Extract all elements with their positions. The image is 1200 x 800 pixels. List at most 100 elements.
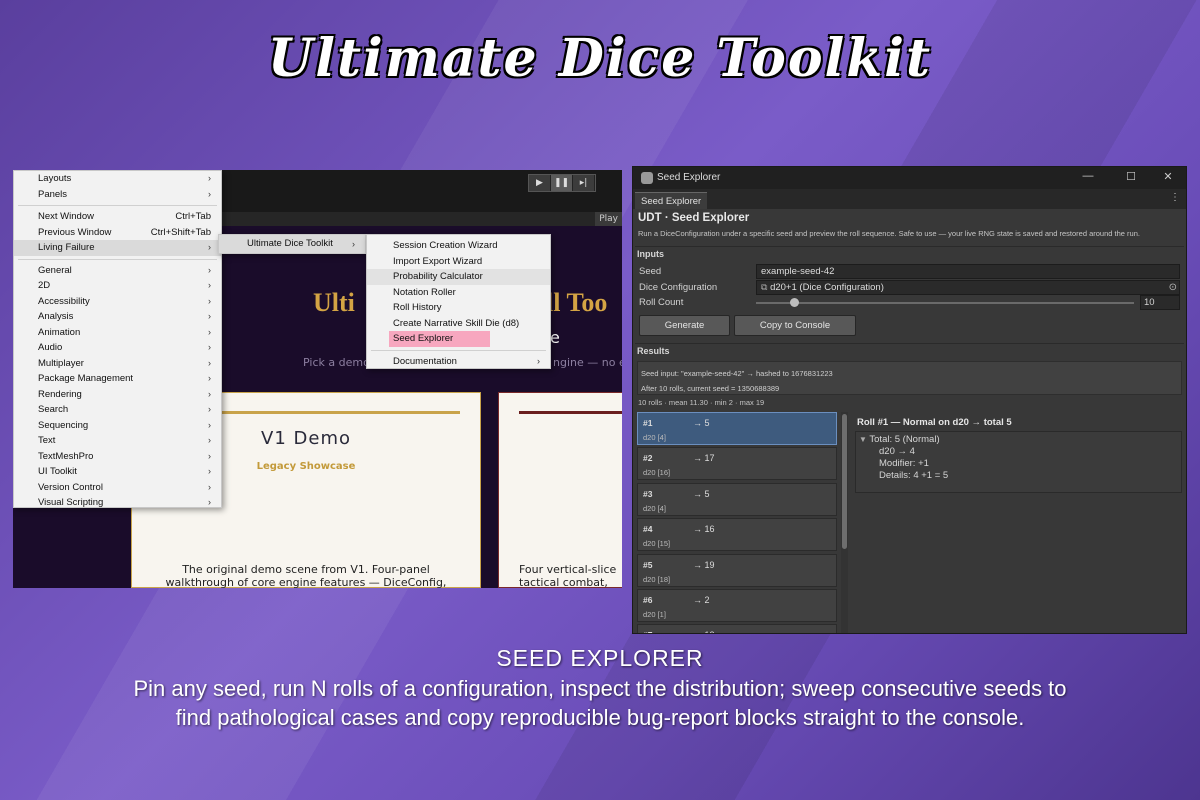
roll-list-item[interactable]: #6 → 2 d20 [1] [637,588,837,622]
window-menu: Layouts › Panels › Next Window Ctrl+Tab Pre… [13,170,222,508]
kebab-menu-icon[interactable]: ⋮ [1170,192,1180,203]
seed-row: Seed example-seed-42 [639,264,1180,279]
roll-number: #5 [643,559,653,570]
roll-count-input[interactable]: 10 [1140,295,1180,310]
roll-total: → 16 [693,524,715,535]
menu-item-search[interactable]: Search › [14,402,221,418]
roll-list-scrollbar[interactable] [841,412,848,633]
menu-item-accessibility[interactable]: Accessibility › [14,294,221,310]
generate-button[interactable]: Generate [639,315,730,336]
menu-item-multiplayer[interactable]: Multiplayer › [14,356,221,372]
tab-seed-explorer[interactable]: Seed Explorer [635,192,708,209]
roll-stats: 10 rolls · mean 11.30 · min 2 · max 19 [638,398,765,407]
results-heading: Results [637,346,670,356]
caret-down-icon[interactable]: ▼ [859,435,867,444]
chevron-right-icon: › [208,450,211,461]
menu-item-next-window[interactable]: Next Window Ctrl+Tab [14,209,221,225]
menu-item-import-export-wizard[interactable]: Import Export Wizard [367,254,550,270]
menu-item-seed-explorer[interactable]: Seed Explorer [389,331,490,347]
roll-number: #7 [643,630,652,633]
menu-item-audio[interactable]: Audio › [14,340,221,356]
scriptable-object-icon: ⧉ [761,282,768,292]
roll-list-item[interactable]: #4 → 16 d20 [15] [637,518,837,552]
menu-item-documentation[interactable]: Documentation › [367,354,550,370]
menu-item-label: Search [38,404,69,415]
menu-item-ultimate-dice-toolkit[interactable]: Ultimate Dice Toolkit › [219,235,365,253]
play-icon[interactable]: ▶ [529,175,551,191]
seed-input[interactable]: example-seed-42 [756,264,1180,279]
window-titlebar[interactable]: Seed Explorer — ☐ ✕ [633,167,1186,189]
roll-breakdown-tree: ▼ Total: 5 (Normal) d20 → 4 Modifier: +1… [855,431,1182,493]
menu-shortcut: Ctrl+Shift+Tab [150,226,211,238]
chevron-right-icon: › [208,242,211,252]
roll-list-item[interactable]: #5 → 19 d20 [18] [637,553,837,587]
chevron-right-icon: › [208,188,211,199]
menu-item-general[interactable]: General › [14,263,221,279]
menu-item-ui-toolkit[interactable]: UI Toolkit › [14,464,221,480]
roll-list-item[interactable]: #1 → 5 d20 [4] [637,412,837,445]
menu-item-label: Layouts [38,173,72,184]
dice-config-value: d20+1 (Dice Configuration) [770,282,884,293]
divider [635,343,1184,344]
roll-dice-detail: d20 [4] [643,433,666,442]
menu-shortcut: Ctrl+Tab [175,211,211,222]
roll-number: #2 [643,453,653,464]
menu-item-layouts[interactable]: Layouts › [14,171,221,187]
copy-to-console-button[interactable]: Copy to Console [734,315,856,336]
menu-item-2d[interactable]: 2D › [14,278,221,294]
menu-item-label: Living Failure [38,242,95,253]
menu-item-analysis[interactable]: Analysis › [14,309,221,325]
roll-number: #6 [643,594,653,605]
menu-item-animation[interactable]: Animation › [14,325,221,341]
menu-separator [371,349,546,351]
menu-item-label: Animation [38,326,81,338]
menu-item-previous-window[interactable]: Previous Window Ctrl+Shift+Tab [14,225,221,241]
menu-item-version-control[interactable]: Version Control › [14,480,221,496]
seed-input-line: Seed input: "example-seed-42" → hashed t… [641,369,833,378]
minimize-icon[interactable]: — [1080,170,1096,182]
roll-number: #1 [643,418,653,428]
menu-item-notation-roller[interactable]: Notation Roller [367,285,550,301]
roll-list-item[interactable]: #7 → 12 [637,624,837,633]
close-icon[interactable]: ✕ [1160,170,1176,183]
tree-node-total[interactable]: ▼ Total: 5 (Normal) [859,434,940,445]
scrollbar-thumb[interactable] [842,414,847,549]
pause-icon[interactable]: ❚❚ [551,175,573,191]
slider-handle[interactable] [790,298,799,307]
menu-item-roll-history[interactable]: Roll History [367,300,550,316]
menu-item-text[interactable]: Text › [14,433,221,449]
caption-title: SEED EXPLORER [496,645,704,671]
step-icon[interactable]: ▸| [573,175,595,191]
play-tab[interactable]: Play [595,212,622,226]
tree-total-label: Total: 5 (Normal) [869,434,940,445]
pick-demo-text-right: ngine — no extra [553,356,622,369]
roll-detail-panel: Roll #1 — Normal on d20 → total 5 ▼ Tota… [853,412,1184,633]
menu-item-rendering[interactable]: Rendering › [14,387,221,403]
menu-item-label: UI Toolkit [38,466,77,477]
menu-item-package-management[interactable]: Package Management › [14,371,221,387]
roll-list-item[interactable]: #2 → 17 d20 [16] [637,447,837,481]
roll-dice-detail: d20 [18] [643,574,671,584]
dice-config-field[interactable]: ⧉ d20+1 (Dice Configuration) ⊙ [756,280,1180,295]
panel-title: UDT · Seed Explorer [638,212,750,224]
banner-title: Ultimate Dice Toolkit [267,28,933,89]
menu-item-living-failure[interactable]: Living Failure › [14,240,221,256]
maximize-icon[interactable]: ☐ [1123,170,1139,183]
roll-total: → 5 [693,488,710,499]
menu-item-panels[interactable]: Panels › [14,187,221,203]
menu-item-create-narrative-skill-die[interactable]: Create Narrative Skill Die (d8) [367,316,550,332]
menu-item-visual-scripting[interactable]: Visual Scripting › [14,495,221,511]
menu-item-sequencing[interactable]: Sequencing › [14,418,221,434]
menu-item-session-creation-wizard[interactable]: Session Creation Wizard [367,238,550,254]
roll-list: #1 → 5 d20 [4] #2 → 17 d20 [16] #3 → 5 d20 [4] #4… [637,412,847,633]
seed-result-box: Seed input: "example-seed-42" → hashed t… [637,361,1182,395]
roll-list-item[interactable]: #3 → 5 d20 [4] [637,482,837,516]
menu-item-probability-calculator[interactable]: Probability Calculator [367,269,550,285]
menu-item-label: Audio [38,342,63,353]
demo-card-v2[interactable]: Four vertical-slice tactical combat, [498,392,622,588]
roll-count-slider[interactable] [756,302,1134,304]
tree-node-modifier: Modifier: +1 [879,458,929,469]
menu-item-label: Text [38,435,56,446]
object-picker-icon[interactable]: ⊙ [1169,281,1177,294]
menu-item-textmeshpro[interactable]: TextMeshPro › [14,449,221,465]
